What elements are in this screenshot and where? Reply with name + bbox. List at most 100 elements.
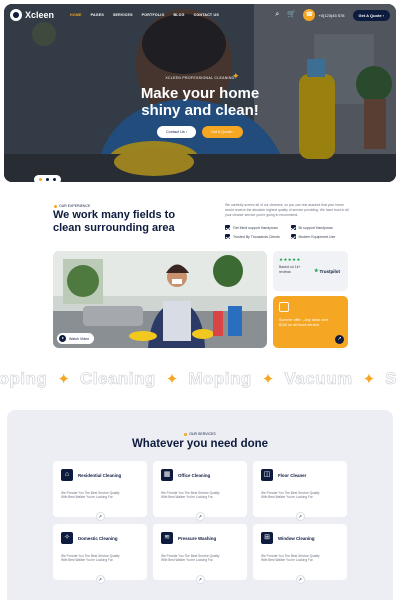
arrow-icon[interactable]: ↗ xyxy=(195,575,205,584)
check-item: Modern Equipment Use xyxy=(290,234,351,239)
trustpilot-card: ★★★★★ Based on 1k+ reviews ★ Trustpilot xyxy=(273,251,348,291)
nav-icons: ⌕ 🛒 xyxy=(273,11,296,19)
check-item: Trusted By Thousands Clients xyxy=(225,234,285,239)
hero-title-line-2: shiny and clean! xyxy=(141,102,259,119)
card-header: ▦ Office Cleaning xyxy=(161,469,239,481)
card-text: We Provide You The Best Service Quality … xyxy=(61,554,120,563)
arrow-icon[interactable]: ↗ xyxy=(95,512,105,521)
marquee-word: Moping xyxy=(0,369,48,389)
arrow-icon[interactable]: ↗ xyxy=(295,512,305,521)
services-section: OUR SERVICES Whatever you need done ⌂ Res… xyxy=(7,410,393,600)
about-description: We carefully screen all of our cleaners,… xyxy=(225,203,349,217)
tag-dot-icon xyxy=(184,432,188,436)
card-text: We Provide You The Best Service Quality … xyxy=(161,491,220,500)
brand-logo[interactable]: Xcleen xyxy=(10,9,54,21)
floor-icon: ◫ xyxy=(261,469,273,481)
hero-section: Xcleen HOME PAGES SERVICES PORTFOLIO BLO… xyxy=(4,4,396,182)
star-icon: ✦ xyxy=(261,371,275,388)
services-title: Whatever you need done xyxy=(131,438,269,450)
review-count: Based on 1k+ reviews xyxy=(279,265,301,274)
about-tag-text: OUR EXPERIENCE xyxy=(59,204,91,208)
get-quote-button[interactable]: Get A Quote › xyxy=(352,9,390,21)
home-icon: ⌂ xyxy=(61,469,73,481)
checkbox-icon xyxy=(225,234,230,239)
menu-item-blog[interactable]: BLOG xyxy=(173,13,184,17)
card-header: ✧ Domestic Cleaning xyxy=(61,532,139,544)
contact-us-button[interactable]: Contact Us › xyxy=(156,126,197,138)
checkbox-icon xyxy=(290,225,296,230)
check-label: Get Medi support Handyman xyxy=(233,225,278,230)
play-icon xyxy=(59,335,66,342)
service-card-window[interactable]: ⊞ Window Cleaning We Provide You The Best… xyxy=(253,524,347,584)
card-text: We Provide You The Best Service Quality … xyxy=(261,554,320,563)
arrow-icon[interactable]: ↗ xyxy=(95,575,105,584)
contact-us-label: Contact Us xyxy=(165,130,185,134)
promo-card: Summer offer – Any clean over $100 on al… xyxy=(273,296,348,348)
arrow-icon[interactable]: ↗ xyxy=(335,335,344,344)
washing-icon: ≋ xyxy=(161,532,173,544)
hero-buttons: Contact Us › Get A Quote › xyxy=(4,126,396,138)
slider-dot-3[interactable] xyxy=(53,178,56,181)
check-label: 5k support Handyman xyxy=(298,225,333,230)
checkbox-icon xyxy=(290,234,296,239)
menu-item-pages[interactable]: PAGES xyxy=(91,13,104,17)
phone-contact[interactable]: ☎ +0(123)45 578 xyxy=(303,9,345,21)
service-card-office[interactable]: ▦ Office Cleaning We Provide You The Best… xyxy=(153,461,247,521)
get-quote-label: Get A Quote xyxy=(358,12,382,18)
office-icon: ▦ xyxy=(161,469,173,481)
window-icon: ⊞ xyxy=(261,532,273,544)
card-title: Pressure Washing xyxy=(178,535,217,541)
logo-icon xyxy=(10,9,22,21)
logo-text: Xcleen xyxy=(25,10,55,20)
marquee-word: Moping xyxy=(188,369,252,389)
checkbox-icon xyxy=(225,225,230,230)
service-card-domestic[interactable]: ✧ Domestic Cleaning We Provide You The Be… xyxy=(53,524,147,584)
promo-text: Summer offer – Any clean over $100 on al… xyxy=(279,318,329,327)
star-icon: ✦ xyxy=(165,371,179,388)
offer-icon xyxy=(279,302,289,312)
top-navigation: Xcleen HOME PAGES SERVICES PORTFOLIO BLO… xyxy=(4,4,396,26)
star-icon: ✦ xyxy=(57,371,70,388)
about-title: We work many fields to clean surrounding… xyxy=(53,209,176,234)
cleaning-photo: Watch Video xyxy=(53,251,267,348)
service-card-floor[interactable]: ◫ Floor Cleaner We Provide You The Best S… xyxy=(253,461,347,521)
services-marquee: Moping ✦ Cleaning ✦ Moping ✦ Vacuum ✦ S xyxy=(0,366,400,392)
search-icon[interactable]: ⌕ xyxy=(273,11,281,19)
card-title: Residential Cleaning xyxy=(78,472,122,478)
slider-dots xyxy=(34,175,61,182)
card-title: Office Cleaning xyxy=(178,472,211,478)
tag-dot-icon xyxy=(54,204,57,208)
check-label: Trusted By Thousands Clients xyxy=(233,234,280,239)
check-item: Get Medi support Handyman xyxy=(225,225,285,230)
main-menu: HOME PAGES SERVICES PORTFOLIO BLOG CONTA… xyxy=(70,13,219,17)
star-icon: ✦ xyxy=(362,371,376,388)
marquee-word: S xyxy=(385,369,397,389)
slider-dot-2[interactable] xyxy=(46,178,49,181)
arrow-icon[interactable]: ↗ xyxy=(195,512,205,521)
cart-icon[interactable]: 🛒 xyxy=(287,11,296,19)
menu-item-home[interactable]: HOME xyxy=(70,13,82,17)
arrow-icon[interactable]: ↗ xyxy=(295,575,305,584)
marquee-word: Vacuum xyxy=(284,369,353,389)
hero-get-quote-button[interactable]: Get A Quote › xyxy=(202,126,244,138)
trustpilot-brand: Trustpilot xyxy=(319,268,341,274)
check-item: 5k support Handyman xyxy=(290,225,351,230)
hero-get-quote-label: Get A Quote xyxy=(211,130,232,134)
slider-dot-1[interactable] xyxy=(39,178,42,181)
card-header: ⊞ Window Cleaning xyxy=(261,532,339,544)
menu-item-portfolio[interactable]: PORTFOLIO xyxy=(142,13,165,17)
feature-checklist: Get Medi support Handyman 5k support Han… xyxy=(225,225,350,239)
card-title: Floor Cleaner xyxy=(278,472,307,478)
watch-video-button[interactable]: Watch Video xyxy=(57,333,95,344)
marquee-word: Cleaning xyxy=(80,369,156,389)
service-card-pressure[interactable]: ≋ Pressure Washing We Provide You The Bes… xyxy=(153,524,247,584)
menu-item-contact[interactable]: CONTACT US xyxy=(194,13,219,17)
card-header: ◫ Floor Cleaner xyxy=(261,469,339,481)
card-text: We Provide You The Best Service Quality … xyxy=(161,554,220,563)
phone-icon: ☎ xyxy=(303,9,316,21)
service-card-residential[interactable]: ⌂ Residential Cleaning We Provide You The… xyxy=(53,461,147,521)
watch-video-label: Watch Video xyxy=(69,336,90,341)
services-tag-text: OUR SERVICES xyxy=(189,432,216,436)
menu-item-services[interactable]: SERVICES xyxy=(113,13,133,17)
card-title: Domestic Cleaning xyxy=(78,535,118,541)
